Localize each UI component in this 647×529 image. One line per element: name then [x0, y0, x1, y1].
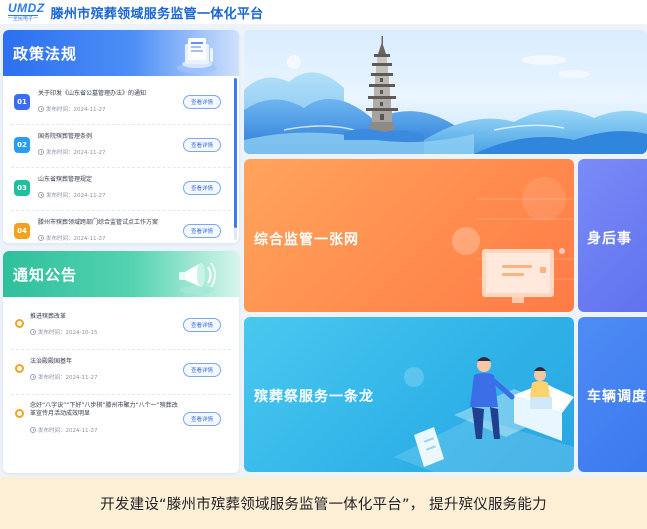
logo-mark: UMDZ	[8, 1, 45, 15]
item-date-text: 发布时间：2024-11-27	[46, 150, 106, 156]
view-details-button[interactable]: 查看详情	[183, 95, 221, 109]
platform-screenshot: UMDZ 一全民电子一 滕州市殡葬领域服务监管一体化平台 政策法规 01 关于印…	[0, 0, 647, 529]
tile-label: 车辆调度	[587, 389, 647, 405]
logo-subtitle: 一全民电子一	[8, 15, 39, 22]
item-title[interactable]: 国务院殡葬管理条例	[38, 133, 188, 141]
bullet-ring-icon	[15, 409, 24, 418]
clock-icon	[30, 374, 36, 380]
notice-panel-header: 通知公告	[3, 251, 239, 297]
tile-label: 殡葬祭服务一条龙	[254, 389, 374, 405]
policy-panel-title: 政策法规	[13, 44, 78, 63]
item-date-text: 发布时间：2024-11-27	[38, 428, 98, 434]
view-details-button[interactable]: 查看详情	[183, 138, 221, 152]
item-title[interactable]: 关于印发《山东省公墓管理办法》的通知	[38, 90, 188, 98]
policy-list-item[interactable]: 03 山东省殡葬管理规定 发布时间：2024-11-27 查看详情	[11, 168, 231, 211]
item-date: 发布时间：2024-10-15	[30, 328, 97, 336]
item-date-text: 发布时间：2024-11-27	[46, 107, 106, 113]
notice-panel-title: 通知公告	[13, 265, 78, 284]
tile-after-death-affairs[interactable]: 身后事	[578, 159, 647, 312]
item-date: 发布时间：2024-11-27	[38, 148, 105, 156]
notice-list: 推进殡葬改革 发布时间：2024-10-15 查看详情 法治殿殿国基年 发布时间…	[3, 305, 231, 449]
item-number-badge: 01	[14, 94, 30, 110]
policy-panel-header: 政策法规	[3, 30, 239, 76]
view-details-button[interactable]: 查看详情	[183, 363, 221, 377]
policy-list: 01 关于印发《山东省公墓管理办法》的通知 发布时间：2024-11-27 查看…	[3, 82, 231, 243]
item-date-text: 发布时间：2024-10-15	[38, 330, 98, 336]
item-number-badge: 03	[14, 180, 30, 196]
policy-list-item[interactable]: 02 国务院殡葬管理条例 发布时间：2024-11-27 查看详情	[11, 125, 231, 168]
tile-supervision-network[interactable]: 综合监管一张网	[244, 159, 574, 312]
view-details-button[interactable]: 查看详情	[183, 224, 221, 238]
item-date-text: 发布时间：2024-11-27	[46, 236, 106, 242]
caption-text: 开发建设“滕州市殡葬领域服务监管一体化平台”， 提升殡仪服务能力	[100, 496, 547, 513]
item-date: 发布时间：2024-11-27	[30, 426, 97, 434]
item-title[interactable]: 滕州市殡葬领域跨部门综合监管试点工作方案	[38, 219, 188, 227]
view-details-button[interactable]: 查看详情	[183, 412, 221, 426]
site-title: 滕州市殡葬领域服务监管一体化平台	[50, 6, 264, 22]
policy-scrollbar[interactable]	[234, 78, 237, 240]
bullet-ring-icon	[15, 364, 24, 373]
caption-bar: 开发建设“滕州市殡葬领域服务监管一体化平台”， 提升殡仪服务能力	[0, 477, 647, 529]
item-title[interactable]: 推进殡葬改革	[30, 313, 180, 321]
policy-list-item[interactable]: 04 滕州市殡葬领域跨部门综合监管试点工作方案 发布时间：2024-11-27 …	[11, 211, 231, 243]
site-logo[interactable]: UMDZ 一全民电子一	[8, 2, 45, 22]
item-date-text: 发布时间：2024-11-27	[46, 193, 106, 199]
view-details-button[interactable]: 查看详情	[183, 318, 221, 332]
notice-list-item[interactable]: 念好“八字诀”“下好”八步棋”滕州市聚力“八个一”殡葬改革宣传月活动成效明显 发…	[11, 395, 231, 449]
item-date: 发布时间：2024-11-27	[38, 105, 105, 113]
item-date: 发布时间：2024-11-27	[30, 373, 97, 381]
notice-list-item[interactable]: 法治殿殿国基年 发布时间：2024-11-27 查看详情	[11, 350, 231, 395]
tile-funeral-service[interactable]: 殡葬祭服务一条龙	[244, 317, 574, 472]
item-title[interactable]: 山东省殡葬管理规定	[38, 176, 188, 184]
item-number-badge: 02	[14, 137, 30, 153]
document-stack-icon	[177, 38, 217, 73]
clock-icon	[30, 329, 36, 335]
pagoda-landscape-illustration	[244, 36, 647, 154]
policy-list-item[interactable]: 01 关于印发《山东省公墓管理办法》的通知 发布时间：2024-11-27 查看…	[11, 82, 231, 125]
hero-banner	[244, 30, 647, 154]
megaphone-icon	[179, 262, 216, 294]
clock-icon	[38, 192, 44, 198]
view-details-button[interactable]: 查看详情	[183, 181, 221, 195]
notice-list-item[interactable]: 推进殡葬改革 发布时间：2024-10-15 查看详情	[11, 305, 231, 350]
clock-icon	[38, 106, 44, 112]
item-title[interactable]: 法治殿殿国基年	[30, 358, 180, 366]
item-date: 发布时间：2024-11-27	[38, 191, 105, 199]
item-date: 发布时间：2024-11-27	[38, 234, 105, 242]
clock-icon	[38, 149, 44, 155]
item-number-badge: 04	[14, 223, 30, 239]
bullet-ring-icon	[15, 319, 24, 328]
item-date-text: 发布时间：2024-11-27	[38, 375, 98, 381]
item-title[interactable]: 念好“八字诀”“下好”八步棋”滕州市聚力“八个一”殡葬改革宣传月活动成效明显	[30, 402, 180, 418]
clock-icon	[30, 427, 36, 433]
tile-label: 综合监管一张网	[254, 232, 359, 248]
tile-label: 身后事	[587, 231, 632, 247]
policy-scrollbar-thumb[interactable]	[234, 78, 237, 228]
policy-panel: 政策法规 01 关于印发《山东省公墓管理办法》的通知 发布时间：2024-11-…	[3, 30, 239, 243]
tile-vehicle-dispatch[interactable]: 车辆调度	[578, 317, 647, 472]
top-header: UMDZ 一全民电子一 滕州市殡葬领域服务监管一体化平台	[0, 0, 647, 24]
notice-panel: 通知公告 推进殡葬改革 发布时间：2024-10-15 查看详情 法治殿殿国基年…	[3, 251, 239, 473]
clock-icon	[38, 235, 44, 241]
